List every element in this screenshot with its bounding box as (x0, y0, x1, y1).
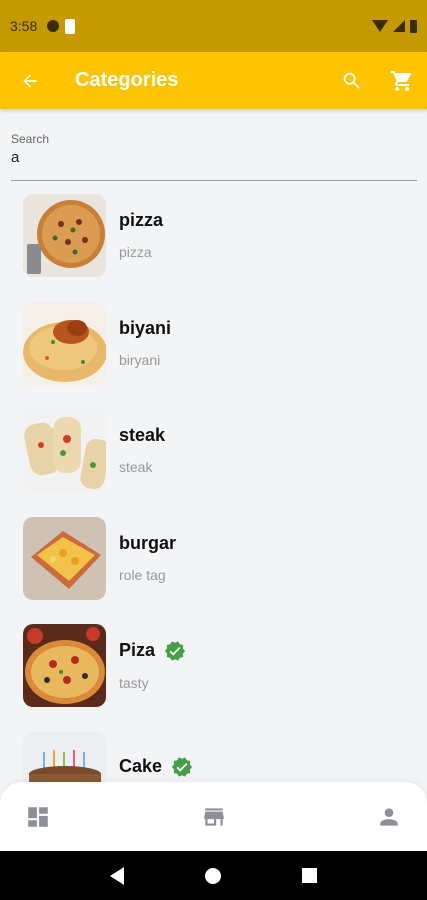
battery-icon (410, 19, 417, 33)
dashboard-icon (28, 806, 48, 827)
signal-icon (393, 20, 405, 32)
category-image (23, 301, 106, 385)
search-label: Search (11, 132, 50, 146)
list-item[interactable]: burgar role tag (23, 516, 403, 600)
status-indicators (372, 19, 417, 33)
category-subtitle: tasty (119, 674, 149, 691)
search-icon (343, 72, 360, 89)
list-item[interactable]: biyani biryani (23, 301, 403, 385)
category-image (23, 193, 106, 277)
category-image (23, 623, 106, 707)
search-field[interactable]: Search (11, 132, 417, 181)
category-subtitle: steak (119, 459, 153, 475)
verified-icon (171, 756, 193, 777)
category-title: burgar (119, 533, 177, 553)
app-bar: Categories (0, 52, 427, 109)
status-bar: 3:58 (0, 0, 427, 52)
category-title: Piza (119, 640, 156, 660)
nav-dashboard-button[interactable] (24, 803, 52, 831)
list-item[interactable]: Cake (23, 731, 403, 782)
page-title: Categories (75, 69, 179, 91)
bottom-nav (0, 782, 427, 851)
system-home-button[interactable] (204, 867, 221, 884)
sim-icon (65, 18, 76, 34)
search-input[interactable] (11, 149, 417, 166)
nav-store-button[interactable] (200, 803, 228, 831)
wifi-icon (372, 20, 388, 32)
category-list[interactable]: pizza pizza biyani biryani steak steak b… (0, 186, 427, 782)
category-title: steak (119, 425, 166, 445)
list-item[interactable]: Piza tasty (23, 623, 403, 707)
category-subtitle: biryani (119, 352, 161, 368)
system-nav-bar (0, 851, 427, 900)
status-time: 3:58 (10, 18, 38, 34)
category-image (23, 408, 106, 492)
list-item[interactable]: steak steak (23, 408, 403, 492)
category-image (23, 516, 106, 600)
category-title: Cake (119, 756, 163, 776)
category-subtitle: role tag (119, 567, 166, 583)
system-back-button[interactable] (110, 866, 125, 885)
nav-profile-button[interactable] (375, 803, 403, 831)
search-button[interactable] (327, 52, 377, 109)
back-arrow-icon (23, 73, 37, 88)
store-icon (203, 807, 224, 826)
category-subtitle: pizza (119, 244, 152, 260)
cart-button[interactable] (377, 52, 427, 109)
back-button[interactable] (0, 52, 60, 109)
verified-icon (164, 640, 186, 661)
category-title: biyani (119, 318, 172, 338)
person-icon (380, 807, 398, 826)
cart-icon (391, 70, 412, 91)
list-item[interactable]: pizza pizza (23, 193, 403, 277)
category-image (23, 731, 106, 782)
notification-icon (47, 20, 60, 32)
system-recents-button[interactable] (301, 868, 317, 883)
category-title: pizza (119, 210, 164, 230)
